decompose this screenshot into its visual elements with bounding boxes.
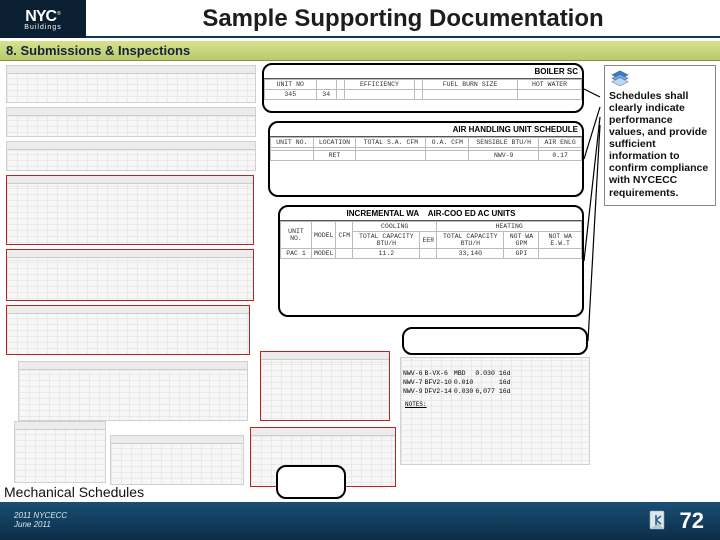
annotation-text: Schedules shall clearly indicate perform…	[609, 90, 711, 199]
schedule-sheet	[6, 141, 256, 171]
callout-boiler-schedule: BOILER SC UNIT NO EFFICIENCY FUEL BURN S…	[262, 63, 584, 113]
schedule-sheet	[6, 107, 256, 137]
page-number: 72	[680, 508, 704, 534]
schedule-sheet	[110, 435, 244, 485]
callout-title: BOILER SC	[264, 65, 582, 79]
document-stack-icon	[609, 70, 631, 88]
page-title: Sample Supporting Documentation	[86, 5, 720, 33]
section-bar: 8. Submissions & Inspections	[0, 41, 720, 61]
logo-subtext: Buildings	[24, 24, 61, 31]
slide-header: NYC ® Buildings Sample Supporting Docume…	[0, 0, 720, 38]
notes-label: NOTES:	[405, 401, 589, 408]
footer-date: June 2011	[14, 521, 67, 530]
schedule-sheet	[6, 175, 254, 245]
page-flip-icon	[646, 509, 670, 533]
schedule-sheet	[18, 361, 248, 421]
title-underline	[86, 36, 720, 38]
footer-left: 2011 NYCECC June 2011	[0, 512, 67, 530]
trademark-icon: ®	[57, 11, 61, 17]
callout-title: INCREMENTAL WA AIR-COO ED AC UNITS	[280, 207, 582, 221]
schedule-sheet	[6, 305, 250, 355]
schedule-sheet	[260, 351, 390, 421]
callout-incremental-schedule: INCREMENTAL WA AIR-COO ED AC UNITS UNIT …	[278, 205, 584, 317]
callout-highlight-cell	[276, 465, 346, 499]
schedule-sheet: NWV-6B-VX-6MBD0.03016d NWV-7BFV2-100.010…	[400, 357, 590, 465]
schedule-sheet	[6, 65, 256, 103]
callout-title: AIR HANDLING UNIT SCHEDULE	[270, 123, 582, 137]
schedule-sheet	[14, 421, 106, 483]
annotation-panel: Schedules shall clearly indicate perform…	[604, 65, 716, 206]
content-canvas: NWV-6B-VX-6MBD0.03016d NWV-7BFV2-100.010…	[0, 61, 720, 502]
callout-ahu-schedule: AIR HANDLING UNIT SCHEDULE UNIT NO. LOCA…	[268, 121, 584, 197]
schedule-sheet	[6, 249, 254, 301]
callout-highlight-row	[402, 327, 588, 355]
figure-caption: Mechanical Schedules	[4, 484, 144, 500]
section-label: 8. Submissions & Inspections	[0, 43, 190, 58]
nyc-buildings-logo: NYC ® Buildings	[0, 0, 86, 38]
slide-footer: 2011 NYCECC June 2011 72	[0, 502, 720, 540]
